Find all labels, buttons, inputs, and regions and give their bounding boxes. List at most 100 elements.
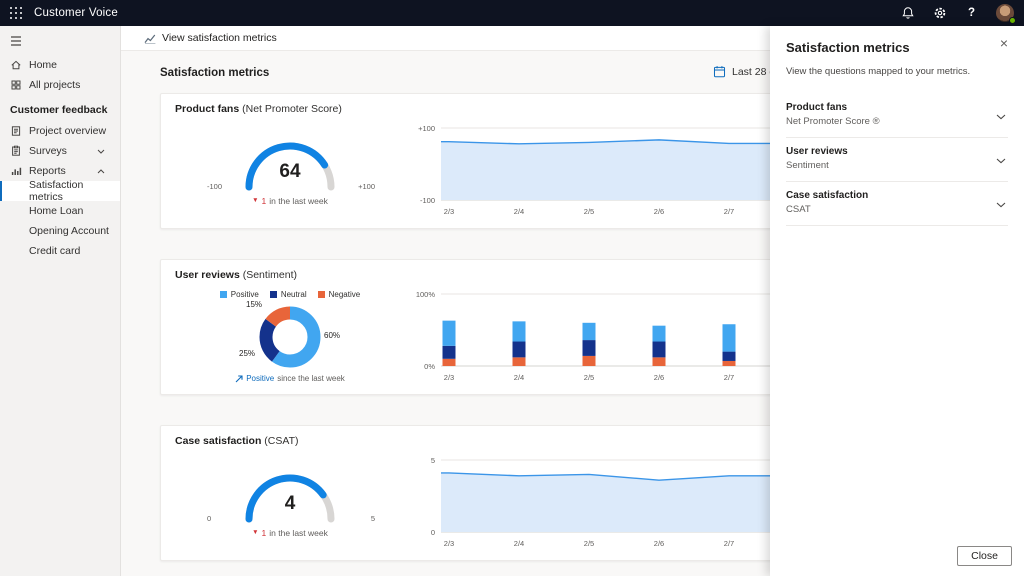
sidebar-item-all-projects[interactable]: All projects — [0, 75, 120, 95]
avatar[interactable] — [996, 4, 1014, 22]
delta-text: in the last week — [269, 528, 328, 538]
svg-text:2/6: 2/6 — [654, 539, 664, 548]
close-button[interactable]: Close — [957, 546, 1012, 566]
positive-swatch — [220, 291, 227, 298]
sidebar-item-satisfaction-metrics[interactable]: Satisfaction metrics — [0, 181, 120, 201]
nps-gauge-min-label: -100 — [207, 182, 222, 191]
sidebar: Home All projects Customer feedback Proj… — [0, 26, 121, 576]
view-satisfaction-metrics-button[interactable]: View satisfaction metrics — [138, 26, 283, 50]
sentiment-trend-note: Positive since the last week — [235, 374, 345, 383]
survey-icon — [10, 145, 22, 157]
home-icon — [10, 59, 22, 71]
svg-text:2/3: 2/3 — [444, 373, 454, 382]
sidebar-section-header: Customer feedback — [0, 95, 120, 121]
sidebar-item-label: Satisfaction metrics — [29, 179, 112, 203]
svg-text:2/4: 2/4 — [514, 207, 524, 216]
chevron-down-icon — [97, 145, 112, 157]
section-title: Product fans — [786, 102, 1008, 113]
section-title: User reviews — [786, 146, 1008, 157]
svg-text:-100: -100 — [420, 196, 435, 205]
sidebar-item-home[interactable]: Home — [0, 55, 120, 75]
chevron-down-icon[interactable] — [996, 151, 1006, 169]
sidebar-item-home-loan[interactable]: Home Loan — [0, 201, 120, 221]
neutral-swatch — [270, 291, 277, 298]
donut-label-negative: 15% — [246, 300, 262, 309]
satisfaction-metrics-panel: Satisfaction metrics × View the question… — [770, 26, 1024, 576]
csat-gauge-min-label: 0 — [207, 514, 211, 523]
nps-gauge: 64 -100 +100 — [235, 134, 345, 192]
svg-text:0%: 0% — [424, 362, 435, 371]
panel-section-user-reviews[interactable]: User reviews Sentiment — [786, 138, 1008, 182]
legend-label: Neutral — [281, 290, 307, 299]
sentiment-legend: Positive Neutral Negative — [220, 290, 360, 299]
sidebar-item-label: All projects — [29, 79, 80, 91]
svg-text:2/5: 2/5 — [584, 207, 594, 216]
sidebar-item-opening-account[interactable]: Opening Account — [0, 221, 120, 241]
sidebar-item-label: Opening Account — [29, 225, 109, 237]
svg-text:0: 0 — [431, 528, 435, 537]
section-subtitle: Sentiment — [786, 160, 1008, 171]
chevron-down-icon[interactable] — [996, 195, 1006, 213]
settings-icon[interactable] — [932, 6, 947, 21]
sidebar-item-label: Project overview — [29, 125, 106, 137]
sidebar-item-label: Credit card — [29, 245, 80, 257]
sidebar-item-project-overview[interactable]: Project overview — [0, 121, 120, 141]
svg-text:100%: 100% — [416, 290, 436, 299]
legend-item-neutral: Neutral — [270, 290, 307, 299]
help-icon[interactable]: ? — [964, 6, 979, 21]
presence-badge — [1009, 17, 1016, 24]
panel-section-case-satisfaction[interactable]: Case satisfaction CSAT — [786, 182, 1008, 226]
sidebar-item-surveys[interactable]: Surveys — [0, 141, 120, 161]
svg-text:2/3: 2/3 — [444, 539, 454, 548]
donut-label-positive: 60% — [324, 331, 340, 340]
sidebar-item-label: Surveys — [29, 145, 67, 157]
decrease-arrow-icon: ▼ — [252, 198, 258, 205]
hamburger-icon[interactable] — [0, 29, 120, 55]
decrease-arrow-icon: ▼ — [252, 530, 258, 537]
trend-highlight: Positive — [246, 374, 274, 383]
svg-text:2/7: 2/7 — [724, 207, 734, 216]
delta-text: in the last week — [269, 196, 328, 206]
command-label: View satisfaction metrics — [162, 32, 277, 44]
delta-value: 1 — [262, 528, 267, 538]
svg-text:2/5: 2/5 — [584, 373, 594, 382]
chevron-down-icon[interactable] — [996, 107, 1006, 125]
app-title: Customer Voice — [34, 7, 118, 19]
panel-title: Satisfaction metrics — [786, 40, 1008, 55]
sentiment-donut: 15% 60% 25% — [259, 306, 321, 368]
svg-text:2/7: 2/7 — [724, 539, 734, 548]
section-title: Case satisfaction — [786, 190, 1008, 201]
legend-item-negative: Negative — [318, 290, 361, 299]
section-subtitle: CSAT — [786, 204, 1008, 215]
notifications-icon[interactable] — [900, 6, 915, 21]
svg-text:2/4: 2/4 — [514, 539, 524, 548]
sidebar-item-label: Home — [29, 59, 57, 71]
legend-item-positive: Positive — [220, 290, 259, 299]
nps-gauge-value: 64 — [235, 161, 345, 183]
calendar-icon — [713, 65, 726, 78]
svg-text:2/7: 2/7 — [724, 373, 734, 382]
panel-section-product-fans[interactable]: Product fans Net Promoter Score ® — [786, 94, 1008, 138]
legend-label: Negative — [329, 290, 361, 299]
legend-label: Positive — [231, 290, 259, 299]
sidebar-item-label: Reports — [29, 165, 66, 177]
metrics-chart-icon — [144, 33, 156, 44]
overview-icon — [10, 125, 22, 137]
trend-text: since the last week — [277, 374, 345, 383]
waffle-icon[interactable] — [10, 7, 22, 19]
csat-gauge-value: 4 — [235, 493, 345, 515]
svg-text:2/4: 2/4 — [514, 373, 524, 382]
sidebar-item-credit-card[interactable]: Credit card — [0, 241, 120, 261]
csat-gauge-max-label: 5 — [371, 514, 375, 523]
nps-gauge-max-label: +100 — [358, 182, 375, 191]
grid-icon — [10, 79, 22, 91]
svg-text:2/5: 2/5 — [584, 539, 594, 548]
sidebar-item-reports[interactable]: Reports — [0, 161, 120, 181]
svg-text:2/3: 2/3 — [444, 207, 454, 216]
panel-description: View the questions mapped to your metric… — [786, 66, 1008, 77]
chevron-up-icon — [97, 165, 112, 177]
negative-swatch — [318, 291, 325, 298]
close-icon[interactable]: × — [995, 35, 1013, 53]
section-subtitle: Net Promoter Score ® — [786, 116, 1008, 127]
svg-text:2/6: 2/6 — [654, 373, 664, 382]
